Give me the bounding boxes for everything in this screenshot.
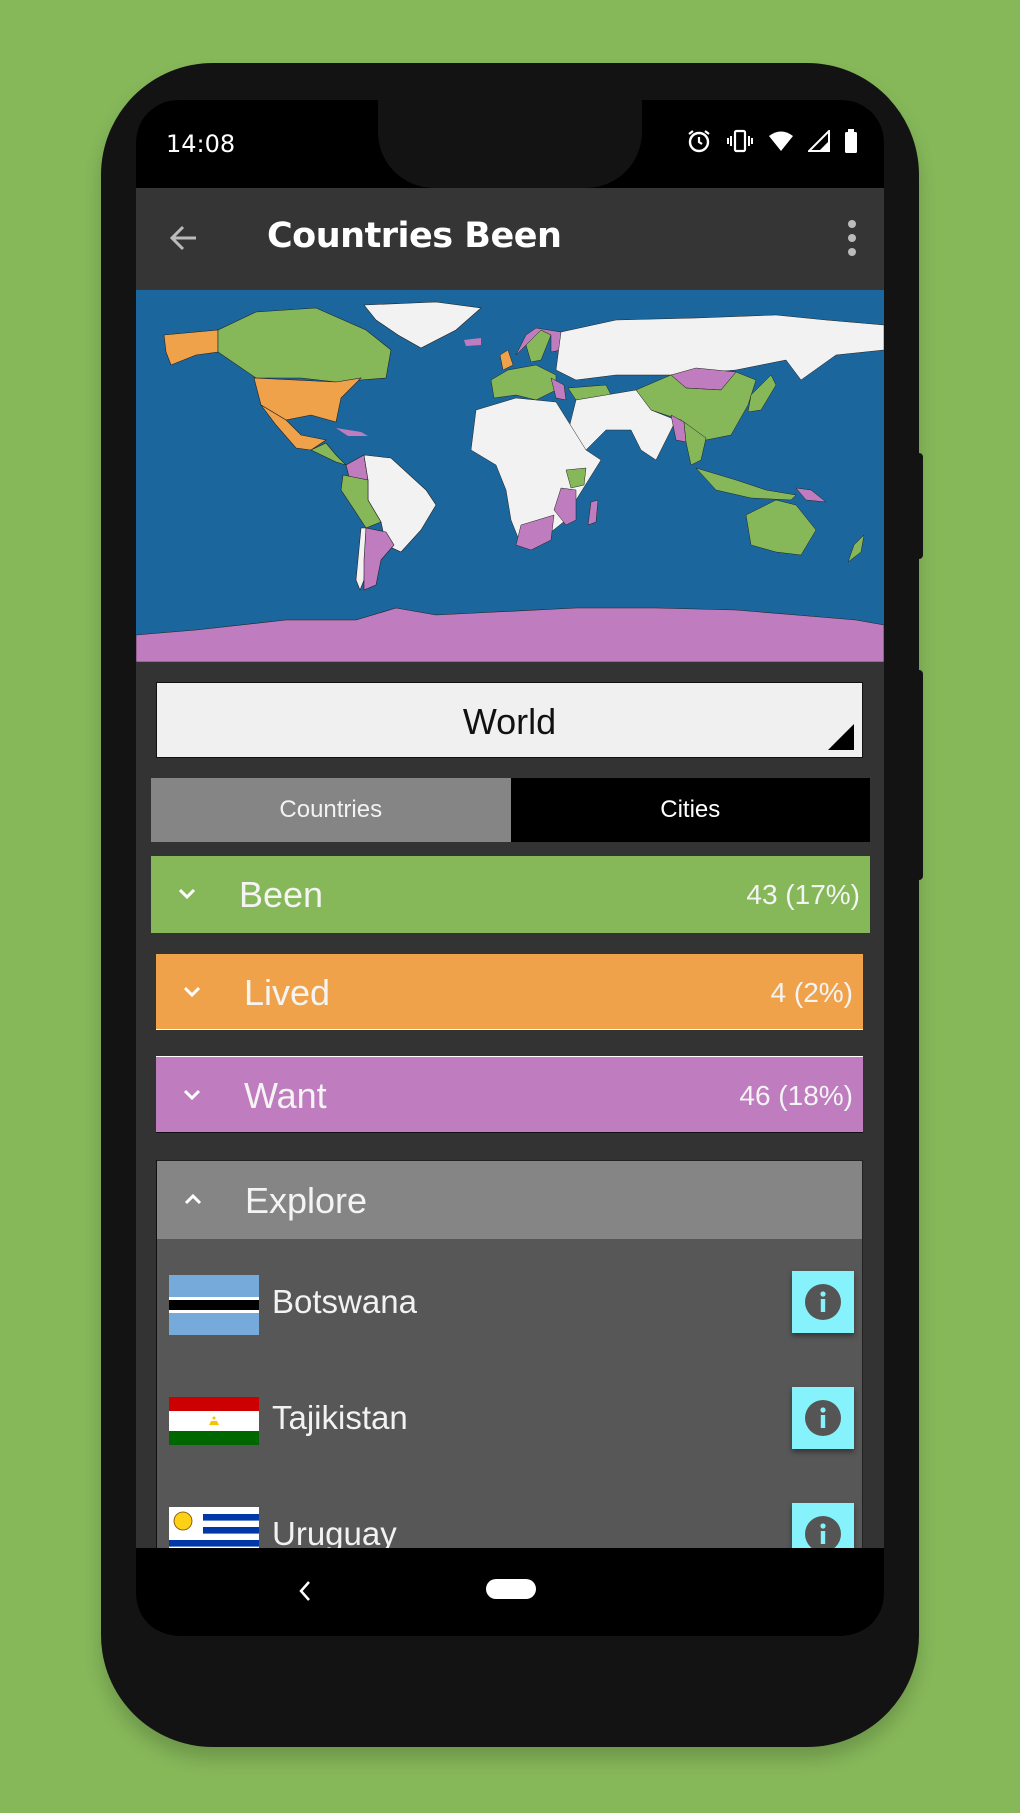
info-icon [805, 1284, 841, 1320]
app-bar: Countries Been [136, 188, 884, 290]
region-dropdown-value: World [462, 701, 557, 742]
explore-header[interactable]: Explore [157, 1160, 862, 1239]
tab-bar: Countries Cities [151, 778, 870, 842]
tajikistan-flag [169, 1391, 259, 1451]
tab-countries[interactable]: Countries [151, 778, 511, 842]
status-bar: 14:08 [136, 100, 884, 188]
nav-home-pill[interactable] [486, 1579, 536, 1599]
botswana-flag [169, 1275, 259, 1335]
country-name: Botswana [272, 1283, 417, 1320]
vibrate-icon [727, 129, 753, 153]
volume-button [917, 670, 923, 880]
chevron-down-icon [183, 986, 201, 998]
category-been[interactable]: Been 43 (17%) [151, 856, 870, 933]
category-lived[interactable]: Lived 4 (2%) [156, 953, 863, 1030]
nav-back-icon[interactable] [294, 1578, 316, 1604]
category-want[interactable]: Want 46 (18%) [156, 1056, 863, 1133]
signal-icon [808, 130, 830, 152]
info-button[interactable] [792, 1271, 854, 1333]
system-nav-bar [136, 1548, 884, 1636]
arrow-left-icon[interactable] [166, 220, 202, 256]
chevron-down-icon [178, 888, 196, 900]
category-count: 43 (17%) [746, 879, 860, 910]
chevron-up-icon [184, 1193, 202, 1205]
region-dropdown[interactable]: World [156, 682, 863, 758]
chevron-down-icon [183, 1089, 201, 1101]
wifi-icon [769, 131, 793, 151]
explore-label: Explore [245, 1180, 368, 1221]
status-time: 14:08 [166, 130, 236, 158]
world-map-svg [136, 290, 884, 662]
alarm-icon [688, 130, 710, 153]
phone-screen: 14:08 Countries Been World Countries Cit… [136, 100, 884, 1636]
dropdown-triangle-icon [828, 724, 854, 750]
camera-notch [378, 100, 642, 188]
country-name: Tajikistan [272, 1399, 408, 1436]
status-icons [686, 128, 858, 154]
category-label: Lived [244, 972, 331, 1013]
info-icon [805, 1400, 841, 1436]
world-map[interactable] [136, 290, 884, 662]
more-vert-icon[interactable] [840, 216, 864, 260]
category-label: Been [239, 874, 324, 915]
page-title: Countries Been [267, 216, 562, 256]
battery-icon [845, 129, 857, 153]
category-count: 4 (2%) [770, 977, 853, 1008]
list-item[interactable]: Botswana [157, 1265, 862, 1345]
info-button[interactable] [792, 1387, 854, 1449]
power-button [917, 453, 923, 559]
list-item[interactable]: Tajikistan [157, 1381, 862, 1461]
category-label: Want [244, 1075, 327, 1116]
category-count: 46 (18%) [739, 1080, 853, 1111]
tab-cities[interactable]: Cities [510, 778, 870, 842]
